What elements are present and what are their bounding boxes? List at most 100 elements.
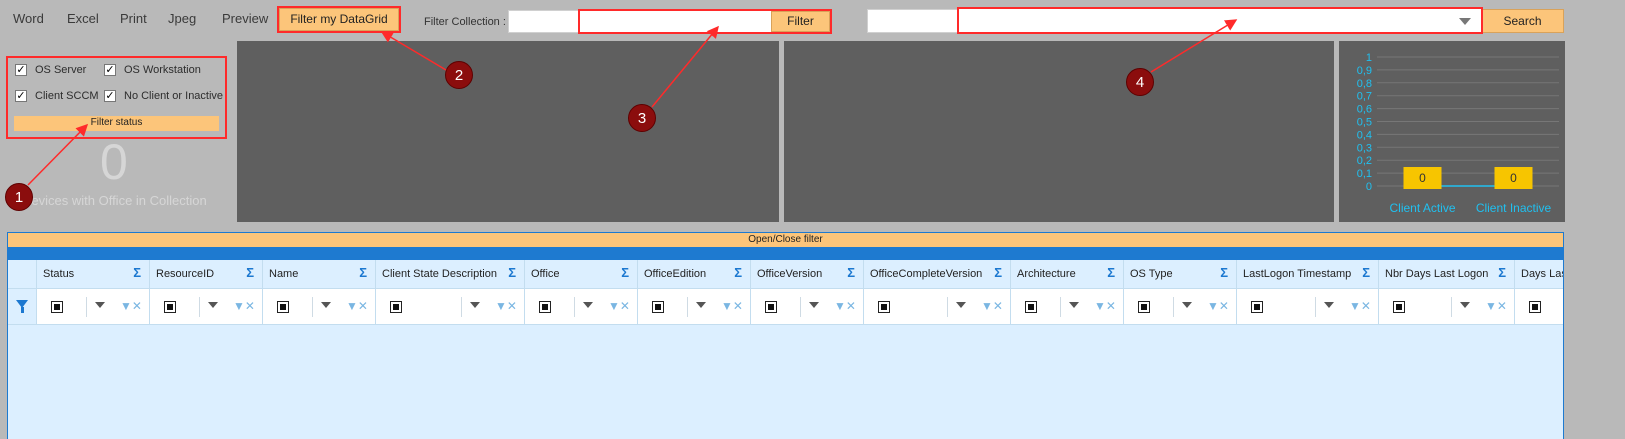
sigma-icon[interactable]: Σ <box>359 265 367 280</box>
column-filter-cell[interactable]: ▼✕ <box>376 289 525 324</box>
sigma-icon[interactable]: Σ <box>734 265 742 280</box>
column-header-row: Status Σ ResourceID Σ Name Σ Client State Desc… <box>8 260 1563 289</box>
filter-separator <box>800 297 801 317</box>
chevron-down-icon[interactable] <box>1460 302 1470 308</box>
column-filter-cell[interactable]: ▼✕ <box>864 289 1011 324</box>
column-header[interactable]: OS Type Σ <box>1124 260 1237 288</box>
arrow-3 <box>651 25 719 108</box>
column-filter-cell[interactable]: ▼✕ <box>1124 289 1237 324</box>
filter-operator-icon[interactable] <box>652 301 664 313</box>
clear-filter-icon[interactable]: ▼✕ <box>495 299 517 313</box>
filter-separator <box>1315 297 1316 317</box>
clear-filter-icon[interactable]: ▼✕ <box>721 299 743 313</box>
column-filter-cell[interactable] <box>1515 289 1563 324</box>
filter-operator-icon[interactable] <box>1025 301 1037 313</box>
chevron-down-icon[interactable] <box>956 302 966 308</box>
column-filter-cell[interactable]: ▼✕ <box>1379 289 1515 324</box>
filter-operator-icon[interactable] <box>539 301 551 313</box>
chevron-down-icon[interactable] <box>208 302 218 308</box>
column-header-label: OfficeVersion <box>757 268 823 280</box>
filter-operator-icon[interactable] <box>1138 301 1150 313</box>
clear-filter-icon[interactable]: ▼✕ <box>608 299 630 313</box>
chevron-down-icon[interactable] <box>1324 302 1334 308</box>
filter-separator <box>687 297 688 317</box>
sigma-icon[interactable]: Σ <box>133 265 141 280</box>
sigma-icon[interactable]: Σ <box>621 265 629 280</box>
sigma-icon[interactable]: Σ <box>1107 265 1115 280</box>
chevron-down-icon[interactable] <box>696 302 706 308</box>
clear-filter-icon[interactable]: ▼✕ <box>1094 299 1116 313</box>
filter-operator-icon[interactable] <box>390 301 402 313</box>
clear-filter-icon[interactable]: ▼✕ <box>120 299 142 313</box>
filter-separator <box>947 297 948 317</box>
column-header[interactable]: OfficeEdition Σ <box>638 260 751 288</box>
chevron-down-icon[interactable] <box>470 302 480 308</box>
clear-filter-icon[interactable]: ▼✕ <box>233 299 255 313</box>
filter-separator <box>1173 297 1174 317</box>
column-header-label: Office <box>531 268 560 280</box>
column-header[interactable]: OfficeCompleteVersion Σ <box>864 260 1011 288</box>
clear-filter-icon[interactable]: ▼✕ <box>346 299 368 313</box>
filter-operator-icon[interactable] <box>51 301 63 313</box>
chevron-down-icon[interactable] <box>1069 302 1079 308</box>
column-header-label: Status <box>43 268 75 280</box>
column-filter-cell[interactable]: ▼✕ <box>150 289 263 324</box>
sigma-icon[interactable]: Σ <box>1220 265 1228 280</box>
sigma-icon[interactable]: Σ <box>508 265 516 280</box>
column-filter-cell[interactable]: ▼✕ <box>1237 289 1379 324</box>
column-header[interactable]: Client State Description Σ <box>376 260 525 288</box>
column-header[interactable]: Architecture Σ <box>1011 260 1124 288</box>
datagrid-body: Status Σ ResourceID Σ Name Σ Client State Desc… <box>8 260 1563 439</box>
filter-operator-icon[interactable] <box>765 301 777 313</box>
clear-filter-icon[interactable]: ▼✕ <box>1485 299 1507 313</box>
sigma-icon[interactable]: Σ <box>1498 265 1506 280</box>
clear-filter-icon[interactable]: ▼✕ <box>981 299 1003 313</box>
chevron-down-icon[interactable] <box>809 302 819 308</box>
filter-operator-icon[interactable] <box>1529 301 1541 313</box>
column-filter-cell[interactable]: ▼✕ <box>751 289 864 324</box>
column-header[interactable]: Name Σ <box>263 260 376 288</box>
datagrid-rows-area <box>8 326 1563 439</box>
column-filter-cell[interactable]: ▼✕ <box>1011 289 1124 324</box>
filter-operator-icon[interactable] <box>164 301 176 313</box>
column-filter-cell[interactable]: ▼✕ <box>638 289 751 324</box>
column-header-label: OfficeCompleteVersion <box>870 268 983 280</box>
chevron-down-icon[interactable] <box>583 302 593 308</box>
column-header[interactable]: Nbr Days Last Logon Σ <box>1379 260 1515 288</box>
sigma-icon[interactable]: Σ <box>994 265 1002 280</box>
column-header[interactable]: Office Σ <box>525 260 638 288</box>
clear-filter-icon[interactable]: ▼✕ <box>1349 299 1371 313</box>
filter-separator <box>86 297 87 317</box>
chevron-down-icon[interactable] <box>95 302 105 308</box>
column-header[interactable]: LastLogon Timestamp Σ <box>1237 260 1379 288</box>
sigma-icon[interactable]: Σ <box>847 265 855 280</box>
chevron-down-icon[interactable] <box>1182 302 1192 308</box>
filter-row-header <box>8 289 37 324</box>
clear-filter-icon[interactable]: ▼✕ <box>834 299 856 313</box>
filter-separator <box>574 297 575 317</box>
filter-separator <box>199 297 200 317</box>
open-close-filter-bar[interactable]: Open/Close filter <box>8 233 1563 247</box>
filter-separator <box>312 297 313 317</box>
filter-separator <box>1451 297 1452 317</box>
column-header[interactable]: ResourceID Σ <box>150 260 263 288</box>
column-filter-cell[interactable]: ▼✕ <box>263 289 376 324</box>
clear-filter-icon[interactable]: ▼✕ <box>1207 299 1229 313</box>
datagrid: Open/Close filter Status Σ ResourceID Σ Name… <box>7 232 1564 439</box>
column-filter-cell[interactable]: ▼✕ <box>37 289 150 324</box>
column-header-label: Client State Description <box>382 268 497 280</box>
column-header-label: ResourceID <box>156 268 215 280</box>
column-header[interactable]: Days Last <box>1515 260 1563 288</box>
chevron-down-icon[interactable] <box>321 302 331 308</box>
filter-separator <box>461 297 462 317</box>
sigma-icon[interactable]: Σ <box>246 265 254 280</box>
filter-operator-icon[interactable] <box>878 301 890 313</box>
column-header-label: Days Last <box>1521 268 1563 280</box>
column-header[interactable]: Status Σ <box>37 260 150 288</box>
column-header[interactable]: OfficeVersion Σ <box>751 260 864 288</box>
filter-operator-icon[interactable] <box>1393 301 1405 313</box>
column-filter-cell[interactable]: ▼✕ <box>525 289 638 324</box>
sigma-icon[interactable]: Σ <box>1362 265 1370 280</box>
filter-operator-icon[interactable] <box>277 301 289 313</box>
filter-operator-icon[interactable] <box>1251 301 1263 313</box>
